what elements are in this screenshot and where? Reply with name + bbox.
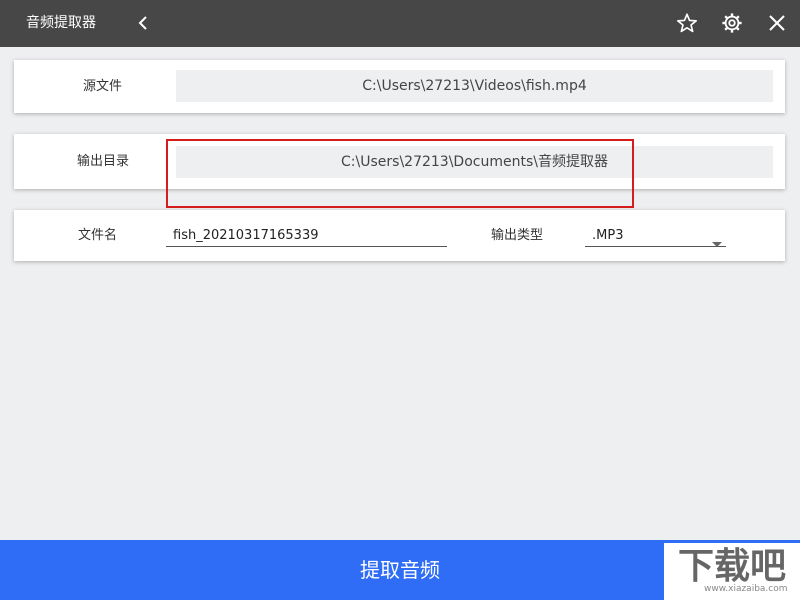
source-file-card: 源文件 C:\Users\27213\Videos\fish.mp4: [14, 60, 785, 113]
back-icon[interactable]: [130, 10, 156, 36]
output-type-label: 输出类型: [491, 228, 544, 243]
filename-label: 文件名: [78, 228, 118, 243]
output-type-value: .MP3: [592, 228, 624, 243]
title-bar: 音频提取器: [0, 0, 800, 47]
source-file-label: 源文件: [83, 79, 123, 94]
options-card: 文件名 fish_20210317165339 输出类型 .MP3: [14, 210, 785, 261]
output-type-select[interactable]: .MP3: [585, 225, 726, 247]
output-directory-path[interactable]: C:\Users\27213\Documents\音频提取器: [176, 146, 773, 178]
watermark-url: www.xiazaiba.com: [704, 584, 788, 594]
dropdown-arrow-icon: [712, 234, 722, 256]
source-file-path[interactable]: C:\Users\27213\Videos\fish.mp4: [176, 70, 773, 102]
output-directory-card: 输出目录 C:\Users\27213\Documents\音频提取器: [14, 134, 785, 189]
star-icon[interactable]: [674, 10, 700, 36]
gear-icon[interactable]: [719, 10, 745, 36]
close-icon[interactable]: [764, 10, 790, 36]
app-title: 音频提取器: [26, 15, 96, 31]
output-directory-label: 输出目录: [77, 154, 130, 169]
filename-input[interactable]: fish_20210317165339: [166, 225, 447, 247]
